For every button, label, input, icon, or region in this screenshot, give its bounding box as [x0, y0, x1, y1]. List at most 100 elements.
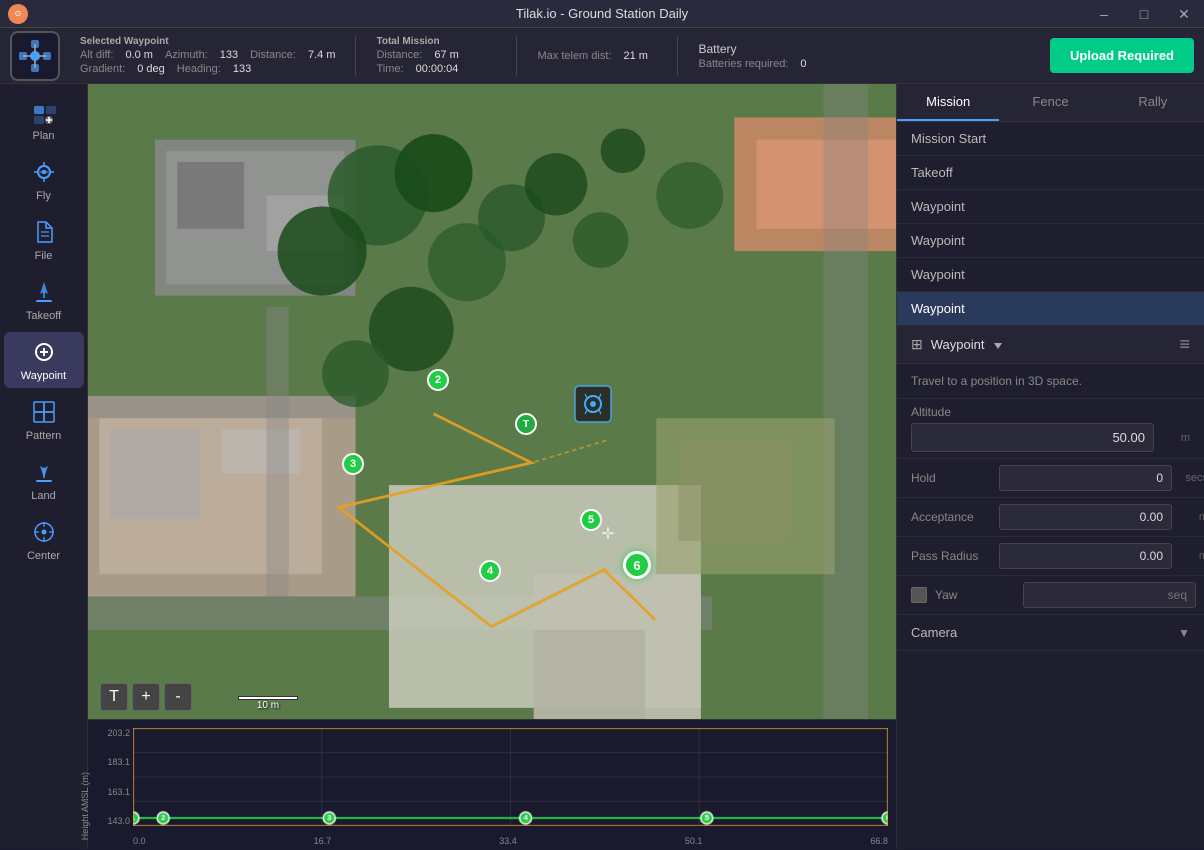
batteries-required-value: 0 [800, 58, 806, 70]
waypoint-marker-3[interactable]: 3 [342, 453, 364, 475]
total-distance-value: 67 m [434, 49, 458, 61]
altitude-label: Altitude [911, 405, 1190, 419]
waypoint-marker-5[interactable]: 5 [580, 509, 602, 531]
header-bar: Selected Waypoint Alt diff: 0.0 m Azimut… [0, 28, 1204, 84]
mission-item-wp3[interactable]: Waypoint [897, 258, 1204, 292]
maximize-button[interactable]: □ [1124, 0, 1164, 28]
yaw-field-row: Yaw deg [897, 576, 1204, 615]
sidebar-file-label: File [35, 250, 53, 262]
yaw-label: Yaw [935, 588, 1015, 602]
sidebar-item-pattern[interactable]: Pattern [4, 392, 84, 448]
zoom-in-button[interactable]: + [132, 683, 160, 711]
yaw-checkbox[interactable] [911, 587, 927, 603]
total-time-value: 00:00:04 [416, 63, 459, 75]
yaw-input[interactable] [1023, 582, 1196, 608]
batteries-required-label: Batteries required: [698, 58, 788, 70]
sidebar-item-waypoint[interactable]: Waypoint [4, 332, 84, 388]
mission-item-wp2[interactable]: Waypoint [897, 224, 1204, 258]
sidebar-center-label: Center [27, 550, 60, 562]
hold-input[interactable] [999, 465, 1172, 491]
map-t-button[interactable]: T [100, 683, 128, 711]
altitude-field-row: Altitude m [897, 399, 1204, 459]
sidebar-waypoint-label: Waypoint [21, 370, 66, 382]
waypoint-marker-2[interactable]: 2 [427, 369, 449, 391]
app-title: Tilak.io - Ground Station Daily [516, 6, 688, 21]
wp-dropdown-arrow[interactable] [990, 337, 1002, 352]
mission-item-start[interactable]: Mission Start [897, 122, 1204, 156]
total-time-label: Time: [376, 63, 403, 75]
camera-section[interactable]: Camera ▼ [897, 615, 1204, 651]
wp-type-label: Waypoint [931, 337, 985, 352]
sidebar-item-plan[interactable]: Plan [4, 92, 84, 148]
tab-mission[interactable]: Mission [897, 84, 999, 121]
app-icon: ⊙ [8, 4, 28, 24]
elevation-chart: Height AMSL (m) 203.2 183.1 163.1 143.0 … [88, 719, 896, 849]
gradient-value: 0 deg [137, 63, 165, 75]
elevation-x-values: 0.0 16.7 33.4 50.1 66.8 [133, 836, 888, 846]
elevation-canvas [133, 728, 888, 826]
sidebar-land-label: Land [31, 490, 55, 502]
altitude-input[interactable] [911, 423, 1154, 452]
acceptance-field-row: Acceptance m [897, 498, 1204, 537]
distance-value: 7.4 m [308, 49, 336, 61]
azimuth-value: 133 [220, 49, 238, 61]
sidebar-item-file[interactable]: File [4, 212, 84, 268]
zoom-out-button[interactable]: - [164, 683, 192, 711]
minimize-button[interactable]: – [1084, 0, 1124, 28]
mission-item-takeoff[interactable]: Takeoff [897, 156, 1204, 190]
waypoint-marker-6[interactable]: 6 [623, 551, 651, 579]
hold-field-row: Hold secs [897, 459, 1204, 498]
drone-marker [573, 384, 613, 424]
mission-item-wp1[interactable]: Waypoint [897, 190, 1204, 224]
acceptance-unit: m [1180, 511, 1204, 523]
sidebar-item-land[interactable]: Land [4, 452, 84, 508]
elevation-y-values: 203.2 183.1 163.1 143.0 [94, 728, 130, 826]
selected-waypoint-section: Selected Waypoint Alt diff: 0.0 m Azimut… [80, 36, 335, 75]
distance-label: Distance: [250, 49, 296, 61]
sidebar-item-fly[interactable]: Fly [4, 152, 84, 208]
total-mission-section: Total Mission Distance: 67 m Time: 00:00… [376, 36, 496, 75]
alt-diff-label: Alt diff: [80, 49, 113, 61]
map[interactable]: 2 T 3 4 5 6 ✛ 10 m [88, 84, 896, 719]
divider-1 [355, 36, 356, 76]
total-distance-label: Distance: [376, 49, 422, 61]
map-scale: 10 m [238, 696, 298, 711]
gradient-label: Gradient: [80, 63, 125, 75]
tab-fence[interactable]: Fence [999, 84, 1101, 121]
right-panel: Mission Fence Rally Mission Start Takeof… [896, 84, 1204, 849]
heading-value: 133 [233, 63, 251, 75]
altitude-unit: m [1162, 432, 1190, 444]
pass-radius-input[interactable] [999, 543, 1172, 569]
sidebar-pattern-label: Pattern [26, 430, 61, 442]
upload-required-button[interactable]: Upload Required [1050, 38, 1194, 73]
pass-radius-unit: m [1180, 550, 1204, 562]
max-telem-label: Max telem dist: [537, 50, 611, 62]
battery-section: Battery Batteries required: 0 [698, 42, 806, 70]
sidebar: Plan Fly File [0, 84, 88, 849]
battery-label: Battery [698, 42, 806, 56]
sidebar-item-center[interactable]: Center [4, 512, 84, 568]
waypoint-marker-t[interactable]: T [515, 413, 537, 435]
close-button[interactable]: ✕ [1164, 0, 1204, 28]
mission-list: Mission Start Takeoff Waypoint Waypoint … [897, 122, 1204, 326]
wp-description: Travel to a position in 3D space. [897, 364, 1204, 399]
azimuth-label: Azimuth: [165, 49, 208, 61]
tab-rally[interactable]: Rally [1102, 84, 1204, 121]
elevation-y-label: Height AMSL (m) [80, 772, 90, 840]
alt-diff-value: 0.0 m [125, 49, 153, 61]
sidebar-takeoff-label: Takeoff [26, 310, 61, 322]
divider-3 [677, 36, 678, 76]
camera-chevron-icon: ▼ [1178, 626, 1190, 640]
map-container: 2 T 3 4 5 6 ✛ 10 m [88, 84, 896, 849]
max-telem-value: 21 m [623, 50, 647, 62]
waypoint-marker-4[interactable]: 4 [479, 560, 501, 582]
sidebar-fly-label: Fly [36, 190, 51, 202]
wp-menu-button[interactable]: ≡ [1179, 334, 1190, 355]
pass-radius-label: Pass Radius [911, 549, 991, 563]
main-content: Plan Fly File [0, 84, 1204, 849]
mission-item-wp4[interactable]: Waypoint [897, 292, 1204, 326]
total-mission-label: Total Mission [376, 36, 496, 47]
acceptance-input[interactable] [999, 504, 1172, 530]
pass-radius-field-row: Pass Radius m [897, 537, 1204, 576]
sidebar-item-takeoff[interactable]: Takeoff [4, 272, 84, 328]
